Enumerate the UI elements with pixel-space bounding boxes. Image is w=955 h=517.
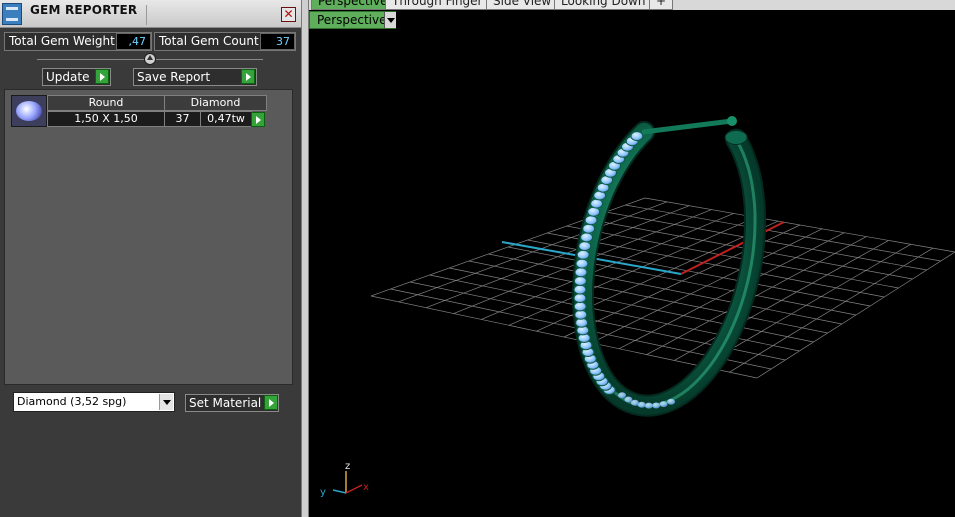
update-button-label: Update <box>46 70 90 84</box>
total-gem-weight-text: Total Gem Weight <box>9 34 115 48</box>
gem-stone <box>573 284 587 295</box>
triad-z-label: z <box>345 461 350 472</box>
gem-stone <box>618 392 627 399</box>
ring-end-cap <box>724 129 748 145</box>
gem-stone <box>659 401 668 408</box>
title-bar[interactable]: GEM REPORTER ✕ <box>0 0 301 28</box>
gem-stone <box>630 131 644 142</box>
gem-reporter-panel: GEM REPORTER ✕ Total Gem Weight ,47 Tota… <box>0 0 301 517</box>
total-gem-count-value: 37 <box>260 33 295 50</box>
close-button[interactable]: ✕ <box>281 7 296 22</box>
ring-pin-tip <box>727 116 737 126</box>
tab-perspective[interactable]: Perspective <box>311 0 395 10</box>
view-tab-bar: Perspective Through Finger Side View Loo… <box>309 0 955 10</box>
ring-pin <box>641 118 735 135</box>
gem-count-cell: 37 <box>164 111 201 127</box>
tab-looking-down[interactable]: Looking Down <box>554 0 653 10</box>
gem-stone <box>574 309 588 320</box>
save-report-arrow-icon[interactable] <box>241 69 255 84</box>
gem-stone <box>644 402 653 409</box>
x-axis-line <box>680 221 785 275</box>
chevron-down-icon[interactable] <box>384 12 396 28</box>
3d-viewport[interactable]: z y x Perspective Through Finger Side View… <box>309 0 955 517</box>
round-gem-thumbnail-icon[interactable] <box>11 95 47 127</box>
gem-stone <box>573 301 587 312</box>
triad-y-label: y <box>320 487 326 498</box>
total-gem-weight-value: ,47 <box>116 33 151 50</box>
tab-add[interactable]: + <box>649 0 674 10</box>
gem-stone <box>667 398 676 405</box>
gem-stone <box>573 276 587 286</box>
gem-stone <box>573 293 587 304</box>
save-report-button-label: Save Report <box>137 70 211 84</box>
gem-stone <box>574 267 588 278</box>
triad-x-label: x <box>363 482 369 493</box>
gem-stone <box>624 396 633 403</box>
set-material-arrow-icon[interactable] <box>264 395 278 410</box>
scene-canvas[interactable]: z y x <box>309 0 955 517</box>
tab-through-finger[interactable]: Through Finger <box>385 0 490 10</box>
gem-stone <box>578 241 592 252</box>
gem-row-arrow-icon[interactable] <box>251 112 265 127</box>
set-material-button-label: Set Material <box>189 396 262 410</box>
window-title: GEM REPORTER <box>30 3 138 17</box>
gem-weight-cell: 0,47tw <box>200 111 252 127</box>
gem-stone <box>652 402 661 409</box>
ground-grid <box>370 197 955 379</box>
view-mode-dropdown[interactable]: Perspective <box>309 11 396 29</box>
gem-shape-header: Round <box>47 95 165 111</box>
gem-stone <box>575 258 589 269</box>
material-select[interactable]: Diamond (3,52 spg) <box>13 392 175 412</box>
gem-list: Round Diamond 1,50 X 1,50 37 0,47tw <box>4 89 293 385</box>
gem-stone <box>637 401 646 408</box>
chevron-down-icon[interactable] <box>159 394 173 410</box>
total-gem-count-text: Total Gem Count <box>159 34 259 48</box>
panel-splitter[interactable] <box>301 0 309 517</box>
title-divider <box>146 5 147 25</box>
gem-stone <box>582 223 596 234</box>
gem-material-header: Diamond <box>164 95 267 111</box>
gem-stone <box>584 215 598 226</box>
gem-stone <box>580 232 594 243</box>
gem-stone <box>590 198 604 209</box>
update-arrow-icon[interactable] <box>95 69 109 84</box>
tab-side-view[interactable]: Side View <box>486 0 559 10</box>
gem-stone <box>587 206 601 217</box>
triad-y-line <box>332 489 347 494</box>
save-report-button[interactable]: Save Report <box>133 68 257 86</box>
gem-reporter-icon <box>2 3 22 25</box>
slider-handle[interactable] <box>144 53 156 65</box>
triad-x-line <box>345 484 363 494</box>
gem-stone <box>576 249 590 260</box>
gem-size-cell: 1,50 X 1,50 <box>47 111 165 127</box>
